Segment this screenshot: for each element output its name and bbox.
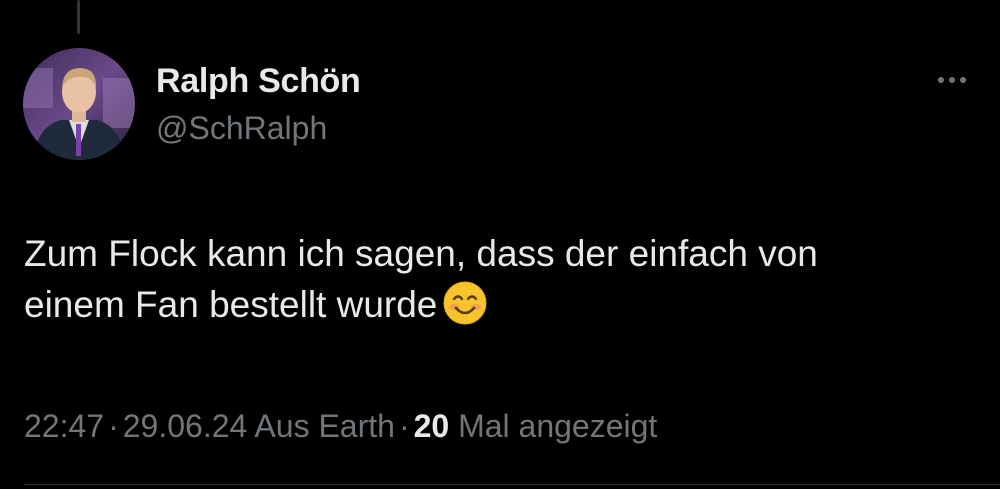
avatar[interactable] bbox=[23, 48, 135, 160]
more-horizontal-icon-dot bbox=[960, 77, 966, 83]
tweet-text-line-1: Zum Flock kann ich sagen, dass der einfa… bbox=[24, 233, 818, 274]
author-handle[interactable]: @SchRalph bbox=[156, 110, 327, 147]
thread-connector-line bbox=[77, 0, 80, 34]
more-horizontal-icon-dot bbox=[938, 77, 944, 83]
tweet-location: Aus Earth bbox=[254, 408, 395, 444]
view-count-label: Mal angezeigt bbox=[458, 408, 658, 444]
view-count: 20 bbox=[413, 408, 450, 444]
tweet-text-line-2-wrapper: einem Fan bestellt wurde bbox=[24, 279, 974, 330]
tweet-meta: 22:47 · 29.06.24 Aus Earth · 20 Mal angezeig… bbox=[24, 408, 657, 445]
more-horizontal-icon-dot bbox=[949, 77, 955, 83]
tweet-text: Zum Flock kann ich sagen, dass der einfa… bbox=[24, 228, 974, 330]
tweet-time-link[interactable]: 22:47 bbox=[24, 408, 104, 444]
tweet-date-link[interactable]: 29.06.24 bbox=[123, 408, 248, 444]
more-options-button[interactable] bbox=[924, 66, 980, 94]
tweet-text-line-2: einem Fan bestellt wurde bbox=[24, 284, 438, 325]
smiling-face-emoji-icon bbox=[443, 281, 487, 325]
meta-separator: · bbox=[108, 408, 119, 444]
tweet-card[interactable]: Ralph Schön @SchRalph Zum Flock kann ich… bbox=[0, 0, 1000, 489]
divider bbox=[24, 484, 1000, 485]
author-name[interactable]: Ralph Schön bbox=[156, 62, 361, 101]
avatar-image bbox=[23, 48, 135, 160]
meta-separator: · bbox=[398, 408, 410, 444]
